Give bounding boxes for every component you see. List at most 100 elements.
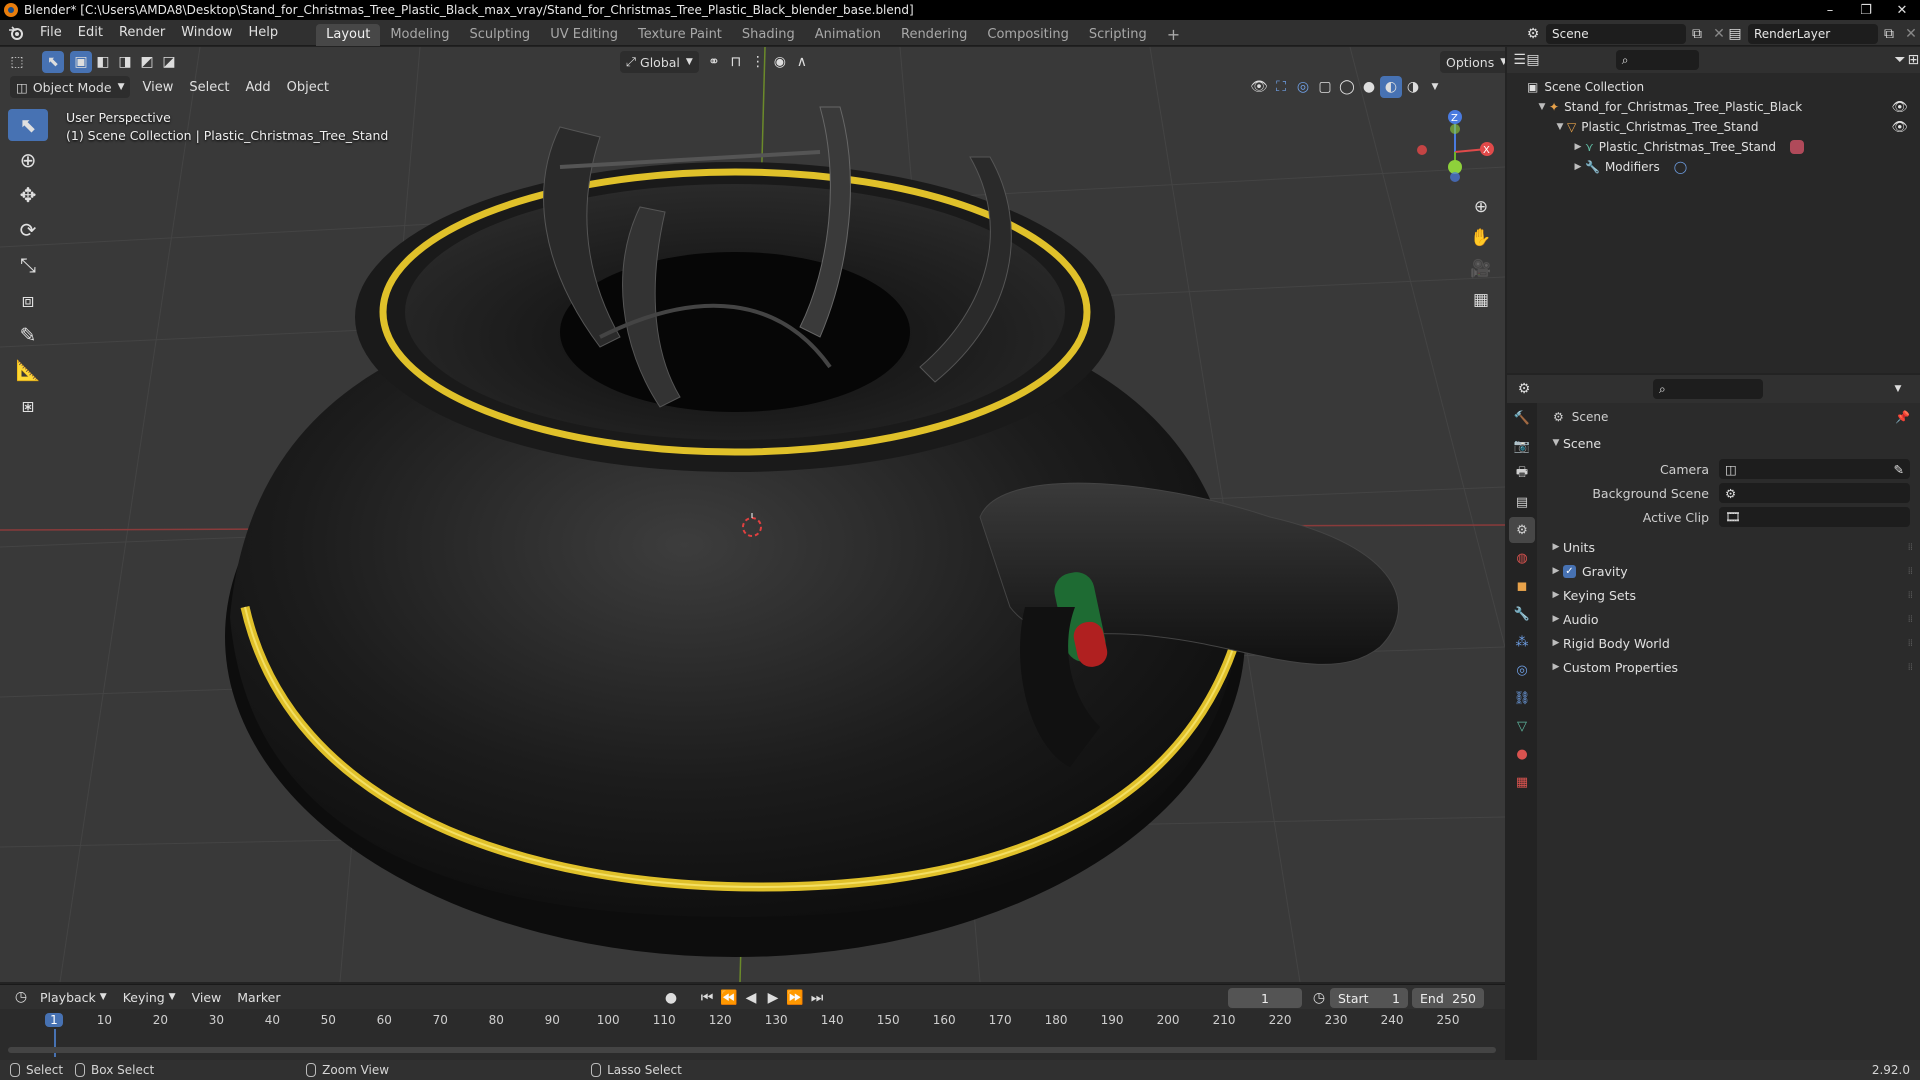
shading-options-icon[interactable]: ▼ xyxy=(1424,76,1446,98)
blender-menu-icon[interactable] xyxy=(0,20,32,46)
gizmo-toggle-icon[interactable]: ⛶ xyxy=(1270,76,1292,98)
visibility-eye-icon[interactable]: 👁 xyxy=(1891,120,1908,135)
constraints-tab-icon[interactable]: ⛓ xyxy=(1509,685,1535,711)
select-box-tool-icon[interactable]: ⬉ xyxy=(8,109,48,141)
xray-toggle-icon[interactable]: ▢ xyxy=(1314,76,1336,98)
viewport-menu-select[interactable]: Select xyxy=(181,75,237,99)
wireframe-shading-icon[interactable]: ◯ xyxy=(1336,76,1358,98)
transform-tool-icon[interactable]: ⧈ xyxy=(8,284,48,316)
timeline-menu-playback[interactable]: Playback ▼ xyxy=(32,985,115,1009)
modifier-tab-icon[interactable]: 🔧 xyxy=(1509,601,1535,627)
mode-dropdown[interactable]: ◫ Object Mode ▼ xyxy=(10,76,131,98)
current-frame-indicator[interactable]: 1 xyxy=(45,1013,63,1027)
texture-tab-icon[interactable]: ▦ xyxy=(1509,769,1535,795)
add-workspace-button[interactable]: + xyxy=(1157,24,1190,46)
tab-uv-editing[interactable]: UV Editing xyxy=(540,24,628,46)
viewport-menu-object[interactable]: Object xyxy=(279,75,337,99)
panel-rigid-body-world[interactable]: ▶ Rigid Body World ⁞⁞ xyxy=(1539,631,1920,655)
proportional-edit-icon[interactable]: ◉ xyxy=(769,51,791,73)
panel-custom-properties[interactable]: ▶ Custom Properties ⁞⁞ xyxy=(1539,655,1920,679)
timeline-menu-keying[interactable]: Keying ▼ xyxy=(115,985,184,1009)
transform-orientation-dropdown[interactable]: ⤢ Global ▼ xyxy=(620,51,699,73)
frame-ruler[interactable]: 1 10 20 30 40 50 60 70 80 90 100 110 120 130 140 150 160… xyxy=(0,1009,1505,1057)
camera-field[interactable]: ◫ ✎ xyxy=(1719,459,1910,479)
drag-handle-icon[interactable]: ⁞⁞ xyxy=(1908,638,1913,649)
tab-animation[interactable]: Animation xyxy=(805,24,891,46)
record-icon[interactable]: ● xyxy=(660,987,682,1009)
cursor-tool-icon[interactable]: ⊕ xyxy=(8,144,48,176)
delete-view-layer-icon[interactable]: ✕ xyxy=(1900,23,1920,45)
menu-help[interactable]: Help xyxy=(241,20,287,46)
snap-icon[interactable]: ⊓ xyxy=(725,51,747,73)
menu-edit[interactable]: Edit xyxy=(70,20,111,46)
scene-icon[interactable]: ⚙ xyxy=(1520,23,1546,45)
tab-sculpting[interactable]: Sculpting xyxy=(459,24,540,46)
jump-start-icon[interactable]: ⏮ xyxy=(696,987,718,1009)
tab-rendering[interactable]: Rendering xyxy=(891,24,977,46)
tab-shading[interactable]: Shading xyxy=(732,24,805,46)
end-frame-field[interactable]: End 250 xyxy=(1412,988,1484,1008)
overlay-toggle-icon[interactable]: ◎ xyxy=(1292,76,1314,98)
select-mode-new-icon[interactable]: ▣ xyxy=(70,51,92,73)
rotate-tool-icon[interactable]: ⟳ xyxy=(8,214,48,246)
outliner-search-input[interactable]: ⌕ xyxy=(1615,50,1700,70)
expand-right-icon[interactable]: ▶ xyxy=(1571,142,1585,152)
scene-tab-icon[interactable]: ⚙ xyxy=(1509,517,1535,543)
outliner-row-stand[interactable]: ▼ ✦ Stand_for_Christmas_Tree_Plastic_Bla… xyxy=(1507,97,1920,117)
outliner-editor-type-icon[interactable]: ☰ xyxy=(1513,49,1526,71)
play-icon[interactable]: ▶ xyxy=(762,987,784,1009)
new-scene-icon[interactable]: ⧉ xyxy=(1686,23,1708,45)
properties-editor-type-icon[interactable]: ⚙ xyxy=(1513,378,1535,400)
select-mode-extend-icon[interactable]: ◧ xyxy=(92,51,114,73)
current-frame-field[interactable]: 1 xyxy=(1228,988,1302,1008)
outliner-row-scene-collection[interactable]: ▣ Scene Collection xyxy=(1507,77,1920,97)
menu-file[interactable]: File xyxy=(32,20,70,46)
eyedropper-icon[interactable]: ✎ xyxy=(1894,462,1904,477)
display-mode-icon[interactable]: ▤ xyxy=(1526,49,1539,71)
falloff-icon[interactable]: ∧ xyxy=(791,51,813,73)
pivot-point-icon[interactable]: ⚭ xyxy=(703,51,725,73)
panel-audio[interactable]: ▶ Audio ⁞⁞ xyxy=(1539,607,1920,631)
panel-units[interactable]: ▶ Units ⁞⁞ xyxy=(1539,535,1920,559)
expand-down-icon[interactable]: ▼ xyxy=(1553,122,1567,132)
new-collection-icon[interactable]: ⊞ xyxy=(1907,49,1920,71)
view-layer-field[interactable]: RenderLayer xyxy=(1748,24,1878,44)
drag-handle-icon[interactable]: ⁞⁞ xyxy=(1908,614,1913,625)
scale-tool-icon[interactable]: ⤡ xyxy=(8,249,48,281)
timeline-menu-view[interactable]: View xyxy=(184,985,230,1009)
material-shading-icon[interactable]: ◐ xyxy=(1380,76,1402,98)
visibility-eye-icon[interactable]: 👁 xyxy=(1891,100,1908,115)
zoom-icon[interactable]: ⊕ xyxy=(1466,192,1496,222)
panel-scene[interactable]: ▼ Scene xyxy=(1539,431,1920,455)
expand-right-icon[interactable]: ▶ xyxy=(1571,162,1585,172)
maximize-button[interactable]: ❐ xyxy=(1848,0,1884,20)
tab-modeling[interactable]: Modeling xyxy=(380,24,459,46)
minimize-button[interactable]: – xyxy=(1812,0,1848,20)
properties-search-input[interactable]: ⌕ xyxy=(1653,379,1763,399)
timeline-editor-type-icon[interactable]: ◷ xyxy=(10,986,32,1008)
camera-view-icon[interactable]: 🎥 xyxy=(1466,254,1496,284)
drag-handle-icon[interactable]: ⁞⁞ xyxy=(1908,542,1913,553)
gravity-checkbox[interactable]: ✓ xyxy=(1563,564,1576,578)
select-mode-intersect-icon[interactable]: ◪ xyxy=(158,51,180,73)
editor-type-icon[interactable]: ⬚ xyxy=(6,51,28,73)
snap-target-icon[interactable]: ⋮ xyxy=(747,51,769,73)
expand-down-icon[interactable]: ▼ xyxy=(1535,102,1549,112)
filter-icon[interactable]: ⏷ xyxy=(1893,49,1906,71)
tool-tab-icon[interactable]: 🔨 xyxy=(1509,405,1535,431)
timeline-scrollbar[interactable] xyxy=(8,1047,1496,1053)
tab-layout[interactable]: Layout xyxy=(316,23,381,46)
tab-scripting[interactable]: Scripting xyxy=(1079,24,1157,46)
3d-viewport[interactable]: Z X ⬚ ⬉ ▣ ◧ ◨ ◩ ◪ ⤢ Global ▼ ⚭ ⊓ ⋮ ◉ ∧ O… xyxy=(0,47,1505,982)
annotate-tool-icon[interactable]: ✎ xyxy=(8,319,48,351)
panel-gravity[interactable]: ▶ ✓ Gravity ⁞⁞ xyxy=(1539,559,1920,583)
visibility-icon[interactable]: 👁 xyxy=(1248,76,1270,98)
active-clip-field[interactable]: 🎞 xyxy=(1719,507,1910,527)
drag-handle-icon[interactable]: ⁞⁞ xyxy=(1908,590,1913,601)
object-tab-icon[interactable]: ◼ xyxy=(1509,573,1535,599)
clock-icon[interactable]: ◷ xyxy=(1308,987,1330,1009)
outliner-row-object[interactable]: ▼ ▽ Plastic_Christmas_Tree_Stand 👁 xyxy=(1507,117,1920,137)
menu-window[interactable]: Window xyxy=(173,20,240,46)
output-tab-icon[interactable]: 🖶 xyxy=(1509,461,1535,487)
panel-keying-sets[interactable]: ▶ Keying Sets ⁞⁞ xyxy=(1539,583,1920,607)
